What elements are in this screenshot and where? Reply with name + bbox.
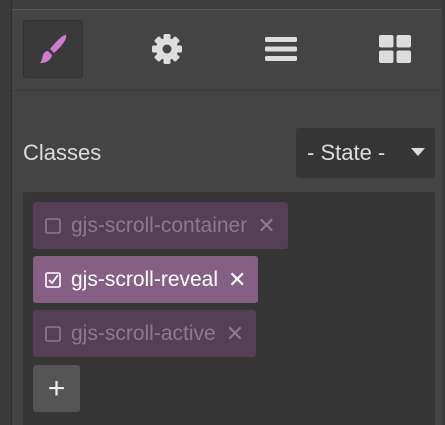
toolbar-divider — [12, 90, 442, 91]
class-tag-label: gjs-scroll-container — [71, 213, 248, 237]
bars-icon — [265, 37, 297, 61]
grid-icon — [379, 35, 411, 63]
add-class-button[interactable]: + — [33, 365, 80, 412]
panel-toolbar — [12, 10, 442, 91]
style-manager-button[interactable] — [23, 20, 83, 78]
state-select-value: - State - — [307, 140, 386, 165]
top-border — [0, 0, 445, 10]
checkbox-checked-icon[interactable] — [45, 271, 61, 288]
state-select[interactable]: - State - — [296, 128, 435, 178]
class-tag-label: gjs-scroll-reveal — [71, 267, 219, 291]
checkbox-unchecked-icon[interactable] — [45, 325, 61, 342]
class-tag[interactable]: gjs-scroll-container ✕ — [33, 202, 288, 249]
paint-brush-icon — [40, 34, 67, 63]
canvas-edge — [0, 0, 12, 425]
caret-down-icon — [411, 148, 425, 156]
checkbox-unchecked-icon[interactable] — [45, 217, 61, 234]
close-icon[interactable]: ✕ — [228, 268, 246, 291]
class-tag[interactable]: gjs-scroll-reveal ✕ — [33, 256, 259, 303]
blocks-button[interactable] — [365, 20, 425, 78]
class-tags-container: gjs-scroll-container ✕ gjs-scroll-reveal… — [23, 192, 435, 425]
classes-label: Classes — [23, 140, 102, 165]
close-icon[interactable]: ✕ — [257, 214, 275, 237]
gear-icon — [152, 34, 182, 64]
style-manager-panel: Classes - State - gjs-scroll-container ✕ — [0, 0, 445, 425]
class-tag-label: gjs-scroll-active — [71, 321, 216, 345]
close-icon[interactable]: ✕ — [226, 322, 244, 345]
class-tag[interactable]: gjs-scroll-active ✕ — [33, 310, 257, 357]
layer-manager-button[interactable] — [251, 20, 311, 78]
settings-button[interactable] — [137, 20, 197, 78]
